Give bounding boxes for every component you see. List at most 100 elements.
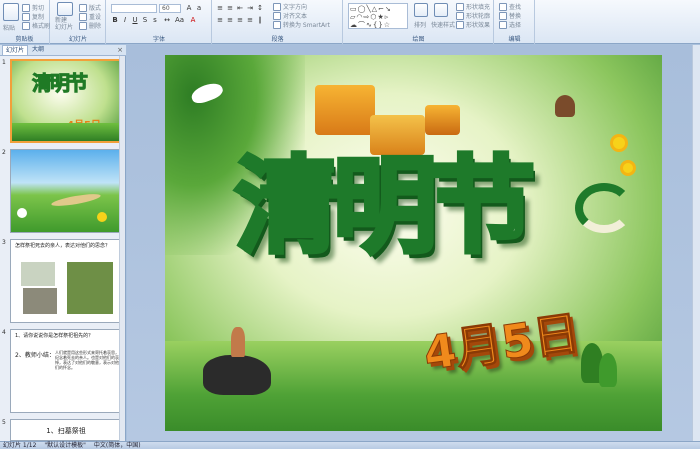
group-label: 幻灯片 — [68, 36, 87, 43]
font-color-icon[interactable]: A — [189, 16, 197, 24]
replace-button[interactable]: 替换 — [499, 11, 521, 20]
increase-indent-icon[interactable]: ⇥ — [246, 4, 254, 12]
align-text-icon — [273, 11, 281, 20]
slide-canvas[interactable]: 清明节 4月5日 — [165, 55, 662, 431]
cut-button[interactable]: 剪切 — [22, 3, 44, 12]
bullets-icon[interactable]: ≡ — [216, 4, 224, 12]
status-bar: 幻灯片 1/12 "默认设计模板" 中文(简体，中国) — [0, 441, 700, 449]
ribbon: 粘贴 剪切 复制 格式刷 剪贴板 新建 幻灯片 版式 重设 删除 幻灯片 60 … — [0, 0, 700, 44]
thumb-question: 1、请你说说你是怎样祭祀祖先的？ — [15, 333, 94, 339]
thumb-text: 1、扫墓祭祖 — [46, 427, 86, 435]
decrease-indent-icon[interactable]: ⇤ — [236, 4, 244, 12]
underline-icon[interactable]: U — [131, 16, 139, 24]
shrink-font-icon[interactable]: a — [195, 4, 203, 12]
editing-group: 查找 替换 选择 编辑 — [495, 0, 535, 44]
paste-button[interactable]: 粘贴 — [3, 23, 15, 32]
slide-thumbnail[interactable]: 1、扫墓祭祖 — [10, 419, 122, 441]
slide-thumbnail[interactable]: 怎样祭祀死去的亲人，表达对他们的思念？ — [10, 239, 122, 323]
align-right-icon[interactable]: ≡ — [236, 16, 244, 24]
layout-button[interactable]: 版式 — [79, 3, 101, 12]
close-icon[interactable]: × — [117, 46, 123, 54]
copy-button[interactable]: 复制 — [22, 12, 44, 21]
sunflower-icon — [97, 212, 107, 222]
thumb-summary-title: 2、教师小结： — [15, 352, 55, 359]
group-label: 绘图 — [412, 36, 425, 43]
thumb-grass — [12, 123, 120, 141]
pane-scrollbar[interactable] — [119, 56, 125, 441]
pane-tabs: 幻灯片 大纲 × — [0, 45, 126, 56]
smartart-icon — [273, 20, 281, 29]
slide-thumbnail[interactable]: 清明节 4月5日 — [10, 59, 122, 143]
delete-icon — [79, 21, 87, 30]
italic-icon[interactable]: I — [121, 16, 129, 24]
sunflower-icon — [623, 163, 633, 173]
quick-styles-button[interactable]: 快速样式 — [431, 20, 455, 29]
theme-name[interactable]: "默认设计模板" — [44, 442, 86, 449]
align-center-icon[interactable]: ≡ — [226, 16, 234, 24]
slide-number: 4 — [2, 329, 6, 336]
font-size-combo[interactable]: 60 — [159, 4, 181, 13]
new-slide-button[interactable]: 新建 幻灯片 — [55, 17, 73, 31]
slide-thumbnail[interactable] — [10, 149, 122, 233]
shape-outline-button[interactable]: 形状轮廓 — [456, 11, 490, 20]
reset-icon — [79, 12, 87, 21]
thumb-text: 怎样祭祀死去的亲人，表达对他们的思念？ — [15, 243, 111, 249]
photo — [67, 262, 113, 314]
slide-number: 3 — [2, 239, 6, 246]
tab-outline[interactable]: 大纲 — [29, 45, 47, 55]
swirl-ornament — [575, 183, 633, 233]
thumb-title: 清明节 — [32, 71, 89, 96]
align-left-icon[interactable]: ≡ — [216, 16, 224, 24]
smartart-button[interactable]: 转换为 SmartArt — [273, 20, 330, 29]
bold-icon[interactable]: B — [111, 16, 119, 24]
fill-icon — [456, 2, 464, 11]
slide-title: 清明节 — [232, 142, 537, 270]
sunflower-icon — [613, 137, 625, 149]
align-text-button[interactable]: 对齐文本 — [273, 11, 307, 20]
text-direction-button[interactable]: 文字方向 — [273, 2, 307, 11]
group-label: 编辑 — [508, 36, 521, 43]
clipboard-group: 粘贴 剪切 复制 格式刷 剪贴板 — [0, 0, 50, 44]
brush-icon — [22, 21, 30, 30]
powerpoint-window: 粘贴 剪切 复制 格式刷 剪贴板 新建 幻灯片 版式 重设 删除 幻灯片 60 … — [0, 0, 700, 449]
slides-group: 新建 幻灯片 版式 重设 删除 幻灯片 — [51, 0, 106, 44]
strikethrough-icon[interactable]: S — [141, 16, 149, 24]
arrange-button[interactable]: 排列 — [414, 20, 426, 29]
justify-icon[interactable]: ≡ — [246, 16, 254, 24]
line-spacing-icon[interactable]: ↕ — [256, 4, 264, 12]
tab-slides[interactable]: 幻灯片 — [2, 45, 29, 55]
shapes-gallery[interactable]: ▭◯╲△⌐↘ ▱◠⇨⬡★▹ ☁⌒∿{}☆ — [348, 3, 408, 29]
shape-effects-button[interactable]: 形状效果 — [456, 20, 490, 29]
new-slide-icon[interactable] — [57, 2, 73, 16]
shepherd-boy-icon — [231, 327, 245, 357]
slide-editor: 清明节 4月5日 — [127, 45, 700, 441]
replace-icon — [499, 11, 507, 20]
delete-button[interactable]: 删除 — [79, 21, 101, 30]
spacing-icon[interactable]: ↔ — [163, 16, 171, 24]
case-icon[interactable]: Aa — [175, 16, 184, 24]
shape-fill-button[interactable]: 形状填充 — [456, 2, 490, 11]
language-indicator[interactable]: 中文(简体，中国) — [94, 442, 141, 449]
font-name-combo[interactable] — [111, 4, 157, 13]
arrange-icon[interactable] — [414, 3, 428, 17]
photo — [23, 288, 57, 314]
reset-button[interactable]: 重设 — [79, 12, 101, 21]
butterfly-icon — [555, 95, 575, 117]
numbering-icon[interactable]: ≡ — [226, 4, 234, 12]
paragraph-group: ≡ ≡ ⇤ ⇥ ↕ ≡ ≡ ≡ ≡ ∥ 文字方向 对齐文本 转换为 SmartA… — [213, 0, 343, 44]
group-label: 字体 — [152, 36, 165, 43]
editor-scrollbar[interactable] — [692, 45, 700, 441]
shadow-icon[interactable]: s — [151, 16, 159, 24]
text-direction-icon — [273, 2, 281, 11]
find-button[interactable]: 查找 — [499, 2, 521, 11]
grow-font-icon[interactable]: A — [185, 4, 193, 12]
paste-icon[interactable] — [3, 3, 19, 21]
select-button[interactable]: 选择 — [499, 20, 521, 29]
format-painter-button[interactable]: 格式刷 — [22, 21, 50, 30]
columns-icon[interactable]: ∥ — [256, 16, 264, 24]
slide-thumbnail[interactable]: 1、请你说说你是怎样祭祀祖先的？ 2、教师小结： 人们就是用这些形式来寄托着哀思… — [10, 329, 122, 413]
slide-number: 1 — [2, 59, 6, 66]
quick-styles-icon[interactable] — [434, 3, 448, 17]
font-group: 60 A a B I U S s ↔ Aa A 字体 — [107, 0, 212, 44]
slide-number: 2 — [2, 149, 6, 156]
